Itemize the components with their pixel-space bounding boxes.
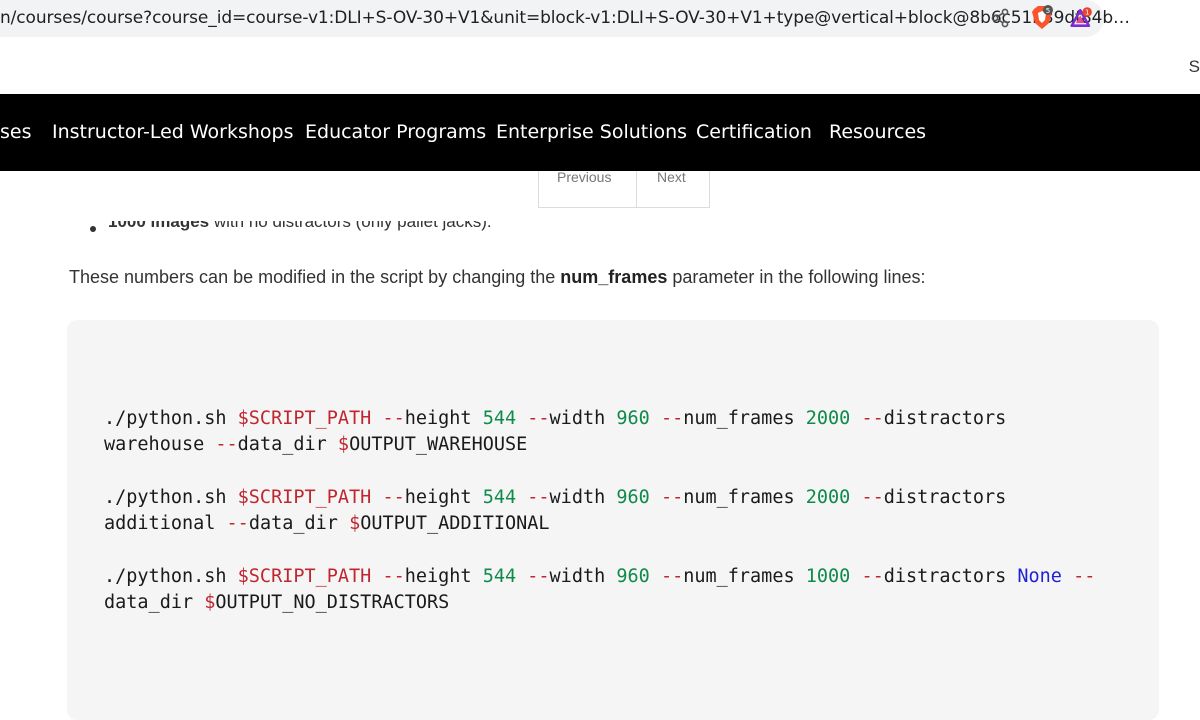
code-variable-name: OUTPUT_ADDITIONAL xyxy=(360,513,550,534)
code-argument: additional xyxy=(104,513,227,534)
code-variable: $SCRIPT_PATH xyxy=(237,566,372,587)
next-button[interactable]: Next xyxy=(657,169,686,185)
code-command: ./python.sh xyxy=(104,408,238,429)
address-bar[interactable]: n/courses/course?course_id=course-v1:DLI… xyxy=(0,0,1130,37)
code-flag-dash: -- xyxy=(382,566,405,587)
code-flag-dash: -- xyxy=(660,408,684,429)
code-number: 2000 xyxy=(805,408,851,429)
previous-button[interactable]: Previous xyxy=(557,169,611,185)
code-line: warehouse --data_dir $OUTPUT_WAREHOUSE xyxy=(104,434,527,455)
code-variable-name: OUTPUT_NO_DISTRACTORS xyxy=(215,592,450,613)
code-variable-sigil: $ xyxy=(337,434,350,455)
code-variable-sigil: $ xyxy=(204,592,216,613)
code-variable-sigil: $ xyxy=(349,513,361,534)
code-keyword: None xyxy=(1017,566,1062,587)
nav-item-courses[interactable]: ses xyxy=(0,121,32,143)
share-icon[interactable] xyxy=(988,6,1012,30)
code-flag-dash: -- xyxy=(527,408,550,429)
code-param: height xyxy=(404,408,483,429)
nav-item-resources[interactable]: Resources xyxy=(829,121,926,143)
code-number: 544 xyxy=(482,408,517,429)
code-command: ./python.sh xyxy=(104,487,238,508)
code-param: width xyxy=(549,487,617,508)
nav-item-instructor-led-workshops[interactable]: Instructor-Led Workshops xyxy=(52,121,294,143)
code-flag-dash: -- xyxy=(1061,566,1096,587)
code-flag-dash: -- xyxy=(226,513,249,534)
code-variable: $SCRIPT_PATH xyxy=(237,487,372,508)
code-flag-dash: -- xyxy=(382,487,405,508)
code-number: 544 xyxy=(482,487,517,508)
body-paragraph: These numbers can be modified in the scr… xyxy=(69,267,925,288)
code-param: height xyxy=(404,566,483,587)
site-header: S xyxy=(0,40,1200,95)
code-flag-dash: -- xyxy=(861,487,884,508)
code-line: ./python.sh $SCRIPT_PATH --height 544 --… xyxy=(104,487,1006,508)
code-number: 2000 xyxy=(805,487,851,508)
url-text[interactable]: n/courses/course?course_id=course-v1:DLI… xyxy=(0,8,1130,28)
code-command: ./python.sh xyxy=(104,566,238,587)
browser-toolbar: n/courses/course?course_id=course-v1:DLI… xyxy=(0,0,1200,40)
code-param: distractors xyxy=(883,408,1007,429)
code-number: 960 xyxy=(616,487,650,508)
code-number: 960 xyxy=(616,408,650,429)
paragraph-text-after: parameter in the following lines: xyxy=(667,267,926,287)
code-param: data_dir xyxy=(237,434,338,455)
header-corner-text[interactable]: S xyxy=(1189,57,1200,77)
code-line: data_dir $OUTPUT_NO_DISTRACTORS xyxy=(104,592,449,613)
nav-item-certification[interactable]: Certification xyxy=(696,121,812,143)
code-param: data_dir xyxy=(248,513,350,534)
code-variable-name: OUTPUT_WAREHOUSE xyxy=(349,434,528,455)
brave-shields-icon[interactable]: 5 xyxy=(1030,5,1054,30)
rewards-badge-count: 1 xyxy=(1085,9,1089,17)
code-param: width xyxy=(549,408,617,429)
bullet-marker xyxy=(90,226,96,232)
code-param: distractors xyxy=(883,566,1018,587)
code-flag-dash: -- xyxy=(215,434,238,455)
code-number: 544 xyxy=(482,566,517,587)
code-param: height xyxy=(404,487,483,508)
code-number: 960 xyxy=(616,566,650,587)
code-flag-dash: -- xyxy=(527,487,550,508)
code-flag-dash: -- xyxy=(527,566,550,587)
code-param: distractors xyxy=(883,487,1007,508)
code-flag-dash: -- xyxy=(382,408,405,429)
code-flag-dash: -- xyxy=(861,566,884,587)
code-param: width xyxy=(549,566,617,587)
bullet-text: with no distractors (only pallet jacks). xyxy=(209,221,492,231)
code-number: 1000 xyxy=(805,566,851,587)
code-line: ./python.sh $SCRIPT_PATH --height 544 --… xyxy=(104,566,1095,587)
main-nav: ses Instructor-Led Workshops Educator Pr… xyxy=(0,94,1200,171)
paragraph-text-before: These numbers can be modified in the scr… xyxy=(69,267,561,287)
code-flag-dash: -- xyxy=(660,487,684,508)
code-line: additional --data_dir $OUTPUT_ADDITIONAL xyxy=(104,513,550,534)
code-param: num_frames xyxy=(683,408,806,429)
bullet-bold-text: 1000 images xyxy=(108,221,210,231)
brave-rewards-icon[interactable]: 1 xyxy=(1070,6,1094,30)
nav-item-educator-programs[interactable]: Educator Programs xyxy=(305,121,486,143)
code-variable: $SCRIPT_PATH xyxy=(237,408,372,429)
code-argument: warehouse xyxy=(104,434,216,455)
code-param: num_frames xyxy=(683,487,806,508)
brave-badge-count: 5 xyxy=(1046,7,1050,15)
code-flag-dash: -- xyxy=(861,408,884,429)
code-argument: data_dir xyxy=(104,592,205,613)
paragraph-bold-term: num_frames xyxy=(560,267,668,287)
code-line: ./python.sh $SCRIPT_PATH --height 544 --… xyxy=(104,408,1006,429)
code-param: num_frames xyxy=(683,566,806,587)
list-item: 1000 images with no distractors (only pa… xyxy=(108,221,492,234)
nav-item-enterprise-solutions[interactable]: Enterprise Solutions xyxy=(496,121,687,143)
code-flag-dash: -- xyxy=(660,566,684,587)
